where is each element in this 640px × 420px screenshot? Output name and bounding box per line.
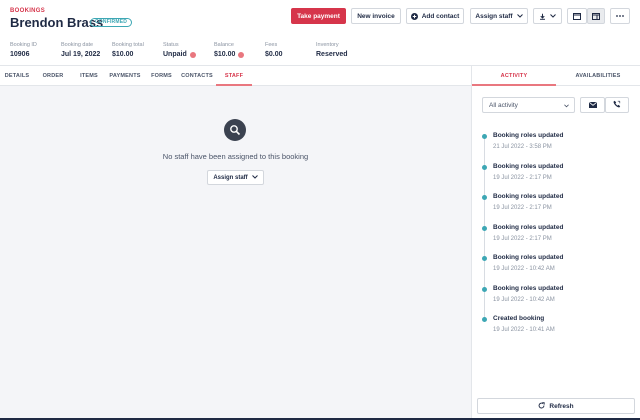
chevron-down-icon xyxy=(516,14,523,18)
activity-title: Created booking xyxy=(493,315,545,322)
single-panel-view-button[interactable] xyxy=(567,8,587,24)
download-dropdown-button[interactable] xyxy=(533,8,562,24)
staff-panel: DETAILS ORDER ITEMS PAYMENTS FORMS CONTA… xyxy=(0,66,471,420)
more-options-button[interactable] xyxy=(610,8,630,24)
activity-filter-value: All activity xyxy=(489,101,518,109)
chevron-down-icon xyxy=(564,103,569,110)
refresh-icon xyxy=(538,401,546,411)
timeline-dot xyxy=(482,226,487,231)
tab-order[interactable]: ORDER xyxy=(38,66,68,86)
activity-title: Booking roles updated xyxy=(493,132,564,139)
tab-contacts[interactable]: CONTACTS xyxy=(180,66,214,86)
download-icon xyxy=(539,13,546,20)
activity-date: 19 Jul 2022 - 10:42 AM xyxy=(493,297,555,303)
activity-title: Booking roles updated xyxy=(493,193,564,200)
status-label: Status xyxy=(163,42,179,48)
empty-state-message: No staff have been assigned to this book… xyxy=(162,152,309,161)
activity-date: 19 Jul 2022 - 10:42 AM xyxy=(493,266,555,272)
inventory-value: Reserved xyxy=(316,51,348,58)
assign-staff-button[interactable]: Assign staff xyxy=(207,170,264,185)
activity-filter-select[interactable]: All activity xyxy=(482,97,575,113)
timeline-dot xyxy=(482,165,487,170)
email-filter-button[interactable] xyxy=(580,97,605,113)
envelope-icon xyxy=(588,101,597,110)
panel-icon xyxy=(573,12,581,20)
breadcrumb[interactable]: BOOKINGS xyxy=(10,8,45,14)
timeline-dot xyxy=(482,134,487,139)
booking-summary: Booking ID 10906 Booking date Jul 19, 20… xyxy=(0,38,640,66)
activity-date: 19 Jul 2022 - 10:41 AM xyxy=(493,327,555,333)
booking-tabs: DETAILS ORDER ITEMS PAYMENTS FORMS CONTA… xyxy=(0,66,471,86)
page-header: BOOKINGS Brendon Brass CONFIRMED Take pa… xyxy=(0,0,640,38)
booking-id: Booking ID 10906 xyxy=(10,42,37,58)
fees-label: Fees xyxy=(265,42,278,48)
add-contact-label: Add contact xyxy=(421,12,460,20)
assign-staff-dropdown[interactable]: Assign staff xyxy=(470,8,528,24)
tab-details[interactable]: DETAILS xyxy=(0,66,34,86)
booking-date-label: Booking date xyxy=(61,42,94,48)
booking-total: Booking total $10.00 xyxy=(112,42,144,58)
balance-value: $10.00 xyxy=(214,51,236,58)
booking-date-value: Jul 19, 2022 xyxy=(61,51,101,58)
refresh-button[interactable]: Refresh xyxy=(477,398,635,414)
split-panel-view-button[interactable] xyxy=(587,8,605,24)
take-payment-button[interactable]: Take payment xyxy=(291,8,346,24)
activity-date: 19 Jul 2022 - 2:17 PM xyxy=(493,236,552,242)
tab-activity[interactable]: ACTIVITY xyxy=(472,66,556,86)
timeline-dot xyxy=(482,287,487,292)
activity-date: 19 Jul 2022 - 2:17 PM xyxy=(493,175,552,181)
call-filter-button[interactable] xyxy=(605,97,629,113)
activity-title: Booking roles updated xyxy=(493,224,564,231)
tab-staff[interactable]: STAFF xyxy=(216,66,252,86)
tab-payments[interactable]: PAYMENTS xyxy=(107,66,143,86)
add-contact-button[interactable]: Add contact xyxy=(406,8,464,24)
status-badge: CONFIRMED xyxy=(90,18,133,27)
new-invoice-label: New invoice xyxy=(357,12,395,20)
take-payment-label: Take payment xyxy=(297,12,340,20)
tab-forms[interactable]: FORMS xyxy=(148,66,175,86)
fees: Fees $0.00 xyxy=(265,42,283,58)
activity-title: Booking roles updated xyxy=(493,285,564,292)
activity-title: Booking roles updated xyxy=(493,163,564,170)
activity-date: 21 Jul 2022 - 3:58 PM xyxy=(493,144,552,150)
booking-total-label: Booking total xyxy=(112,42,144,48)
timeline-dot xyxy=(482,195,487,200)
split-panel-icon xyxy=(592,12,600,20)
ellipsis-icon xyxy=(616,15,624,17)
activity-date: 19 Jul 2022 - 2:17 PM xyxy=(493,205,552,211)
balance-label: Balance xyxy=(214,42,234,48)
alert-dot-icon xyxy=(238,51,245,58)
search-icon xyxy=(224,119,246,141)
new-invoice-button[interactable]: New invoice xyxy=(351,8,401,24)
chevron-down-icon xyxy=(251,174,258,181)
fees-value: $0.00 xyxy=(265,51,283,58)
activity-tabs: ACTIVITY AVAILABILITIES xyxy=(472,66,640,86)
chevron-down-icon xyxy=(550,14,556,18)
plus-circle-icon xyxy=(410,12,418,20)
booking-total-value: $10.00 xyxy=(112,51,134,58)
tab-availabilities[interactable]: AVAILABILITIES xyxy=(556,66,640,86)
alert-dot-icon xyxy=(189,51,196,58)
assign-staff-label: Assign staff xyxy=(475,12,513,20)
timeline-dot xyxy=(482,317,487,322)
timeline-dot xyxy=(482,256,487,261)
activity-title: Booking roles updated xyxy=(493,254,564,261)
refresh-label: Refresh xyxy=(549,402,574,410)
tab-items[interactable]: ITEMS xyxy=(75,66,103,86)
phone-icon xyxy=(613,100,621,110)
booking-date: Booking date Jul 19, 2022 xyxy=(61,42,100,58)
booking-id-value: 10906 xyxy=(10,51,30,58)
inventory-label: Inventory xyxy=(316,42,339,48)
status-value: Unpaid xyxy=(163,51,187,58)
inventory: Inventory Reserved xyxy=(316,42,348,58)
assign-staff-label: Assign staff xyxy=(213,174,248,181)
balance: Balance $10.00 xyxy=(214,42,245,58)
payment-status: Status Unpaid xyxy=(163,42,196,58)
activity-panel: ACTIVITY AVAILABILITIES All activity Boo… xyxy=(472,66,640,420)
booking-id-label: Booking ID xyxy=(10,42,37,48)
